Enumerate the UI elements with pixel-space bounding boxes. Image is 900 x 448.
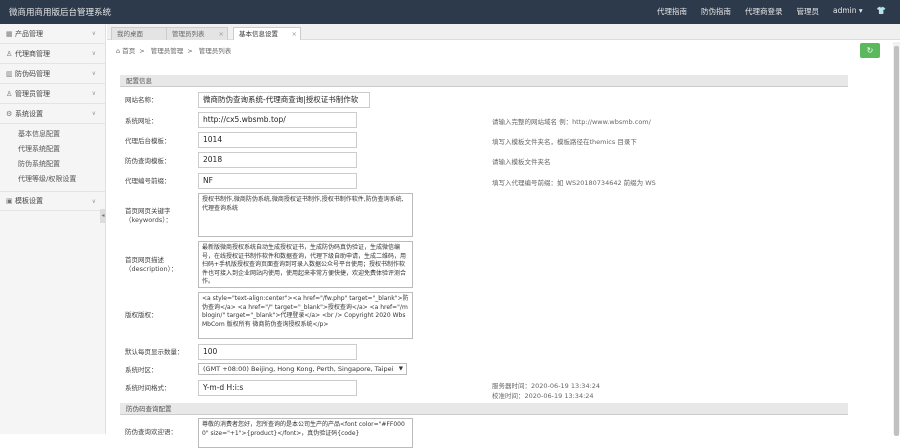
page-size-label: 默认每页显示数量： [125,348,184,356]
breadcrumb-admin-list: 管理员列表 [198,47,232,55]
sidebar-group-system[interactable]: ⚙ 系统设置 ∨ [0,104,105,124]
close-icon[interactable]: × [292,28,297,40]
sidebar-group-label: 产品管理 [15,29,43,38]
sidebar-group-label: 系统设置 [15,109,43,118]
timezone-value: (GMT +08:00) Beijing, Hong Kong, Perth, … [203,365,394,373]
template-dir-label: 代理后台模板： [125,137,171,145]
chevron-down-icon: ∨ [91,90,96,97]
chevron-down-icon: ∨ [91,30,96,37]
correct-time-text: 校准时间：2020-06-19 13:34:24 [492,392,594,400]
anti-template-hint: 请输入模板文件夹名 [492,158,551,166]
dropdown-arrow-icon: ▼ [398,366,403,372]
sidebar-item-agent-config[interactable]: 代理系统配置 [0,142,105,157]
anti-template-input[interactable]: 2018 [198,152,357,168]
tab-label: 管理员列表 [172,30,205,38]
tab-label: 基本信息设置 [239,30,278,38]
template-dir-input[interactable]: 1014 [198,132,357,148]
time-format-label: 系统时间格式： [125,384,171,392]
breadcrumb: ⌂ 首页 > 管理员管理 > 管理员列表 [116,47,232,55]
tab-label: 我的桌面 [117,30,143,38]
anti-template-label: 防伪查询模板： [125,157,171,165]
tab-desktop[interactable]: 我的桌面 [111,27,173,40]
template-icon: ▣ [6,197,13,205]
site-url-label: 系统网址： [125,117,158,125]
agent-prefix-input[interactable]: NF [198,173,357,189]
topnav-admin-menu[interactable]: admin ▾ [833,6,863,17]
site-name-input[interactable]: 微商防伪查询系统-代理商查询|授权证书制作软 [198,92,370,108]
timezone-label: 系统时区： [125,366,158,374]
sidebar: ▦ 产品管理 ∨ ♙ 代理商管理 ∨ ▥ 防伪码管理 ∨ ♙ 管理员管理 ∨ ⚙… [0,24,106,434]
scrollbar-thumb[interactable] [894,46,899,436]
keywords-label: 首页网页关键字（keywords）： [125,207,172,224]
anti-welcome-textarea[interactable]: 尊敬的消费者您好，您所查询的是本公司生产的产品<font color="#FF0… [198,418,413,448]
section-header-basic: 配置信息 [120,75,848,87]
refresh-icon: ↻ [866,46,874,55]
sidebar-group-label: 防伪码管理 [15,69,50,78]
topnav-agent-login[interactable]: 代理商登录 [745,6,783,17]
tab-basic-settings[interactable]: 基本信息设置 × [233,27,301,40]
scrollbar[interactable] [893,42,900,436]
agent-prefix-label: 代理编号前缀： [125,177,171,185]
breadcrumb-home[interactable]: ⌂ 首页 [116,47,135,55]
top-nav: 代理指南 防伪指南 代理商登录 管理员 admin ▾ 👕 [657,6,886,17]
topnav-admin-role: 管理员 [796,7,820,16]
chevron-down-icon: ∨ [91,50,96,57]
keywords-textarea[interactable]: 授权书制作,微商防伪系统,微商授权证书制作,授权书制作软件,防伪查询系统,代理查… [198,193,413,237]
timezone-select[interactable]: (GMT +08:00) Beijing, Hong Kong, Perth, … [198,363,407,375]
sidebar-group-products[interactable]: ▦ 产品管理 ∨ [0,24,105,44]
breadcrumb-admin-mgmt[interactable]: 管理员管理 [151,47,184,55]
refresh-button[interactable]: ↻ [860,43,880,58]
chevron-down-icon: ∨ [91,110,96,117]
sidebar-collapse-toggle[interactable]: ◂ [100,209,106,223]
topnav-anti-guide[interactable]: 防伪指南 [701,6,731,17]
cog-icon: ⚙ [6,109,13,118]
site-name-label: 网站名称： [125,96,158,104]
site-url-input[interactable]: http://cx5.wbsmb.top/ [198,112,357,128]
user-icon: ♙ [6,89,13,98]
sidebar-group-templates[interactable]: ▣ 模板设置 ∨ [0,191,105,211]
section-header-anti: 防伪码查询配置 [120,403,848,415]
sidebar-group-agents[interactable]: ♙ 代理商管理 ∨ [0,44,105,64]
agent-prefix-hint: 填写入代理编号前缀：如 WS20180734642 前缀为 WS [492,179,656,187]
template-dir-hint: 填写入模板文件夹名，模板路径在themics 目录下 [492,138,637,146]
sidebar-group-label: 模板设置 [15,197,43,205]
sidebar-group-label: 代理商管理 [15,49,50,58]
chevron-down-icon: ∨ [91,197,96,205]
site-url-hint: 请输入完整的网站域名 例：http://www.wbsmb.com/ [492,118,651,126]
tab-admin-list[interactable]: 管理员列表 × [166,27,228,40]
sidebar-item-basic-config[interactable]: 基本信息配置 [0,127,105,142]
top-bar: 微商用商用版后台管理系统 代理指南 防伪指南 代理商登录 管理员 admin ▾… [0,0,900,24]
grid-icon: ▦ [6,29,13,38]
tab-bar: 我的桌面 管理员列表 × 基本信息设置 × [107,24,900,40]
copyright-textarea[interactable]: <a style="text-align:center"><a href="/f… [198,292,413,339]
barcode-icon: ▥ [6,69,13,78]
page-size-input[interactable]: 100 [198,344,357,360]
description-textarea[interactable]: 最新版微商授权系统自动生成授权证书，生成防伪码真伪验证，生成微信编号，在线授权证… [198,241,413,288]
server-time-text: 服务器时间：2020-06-19 13:34:24 [492,382,601,390]
sidebar-item-agent-levels[interactable]: 代理等级/权限设置 [0,172,105,187]
topnav-agent-guide[interactable]: 代理指南 [657,6,687,17]
sidebar-group-admins[interactable]: ♙ 管理员管理 ∨ [0,84,105,104]
app-title: 微商用商用版后台管理系统 [9,8,112,18]
description-label: 首页网页描述（description）： [125,256,178,273]
sidebar-group-label: 管理员管理 [15,89,50,98]
time-format-input[interactable]: Y-m-d H:i:s [198,380,357,396]
close-icon[interactable]: × [219,28,224,40]
chevron-down-icon: ∨ [91,70,96,77]
copyright-label: 版权版权： [125,311,158,319]
sidebar-group-anticode[interactable]: ▥ 防伪码管理 ∨ [0,64,105,84]
user-icon: ♙ [6,49,13,58]
sidebar-item-anti-config[interactable]: 防伪系统配置 [0,157,105,172]
shirt-icon[interactable]: 👕 [877,6,886,17]
anti-welcome-label: 防伪查询欢迎语： [125,428,177,436]
